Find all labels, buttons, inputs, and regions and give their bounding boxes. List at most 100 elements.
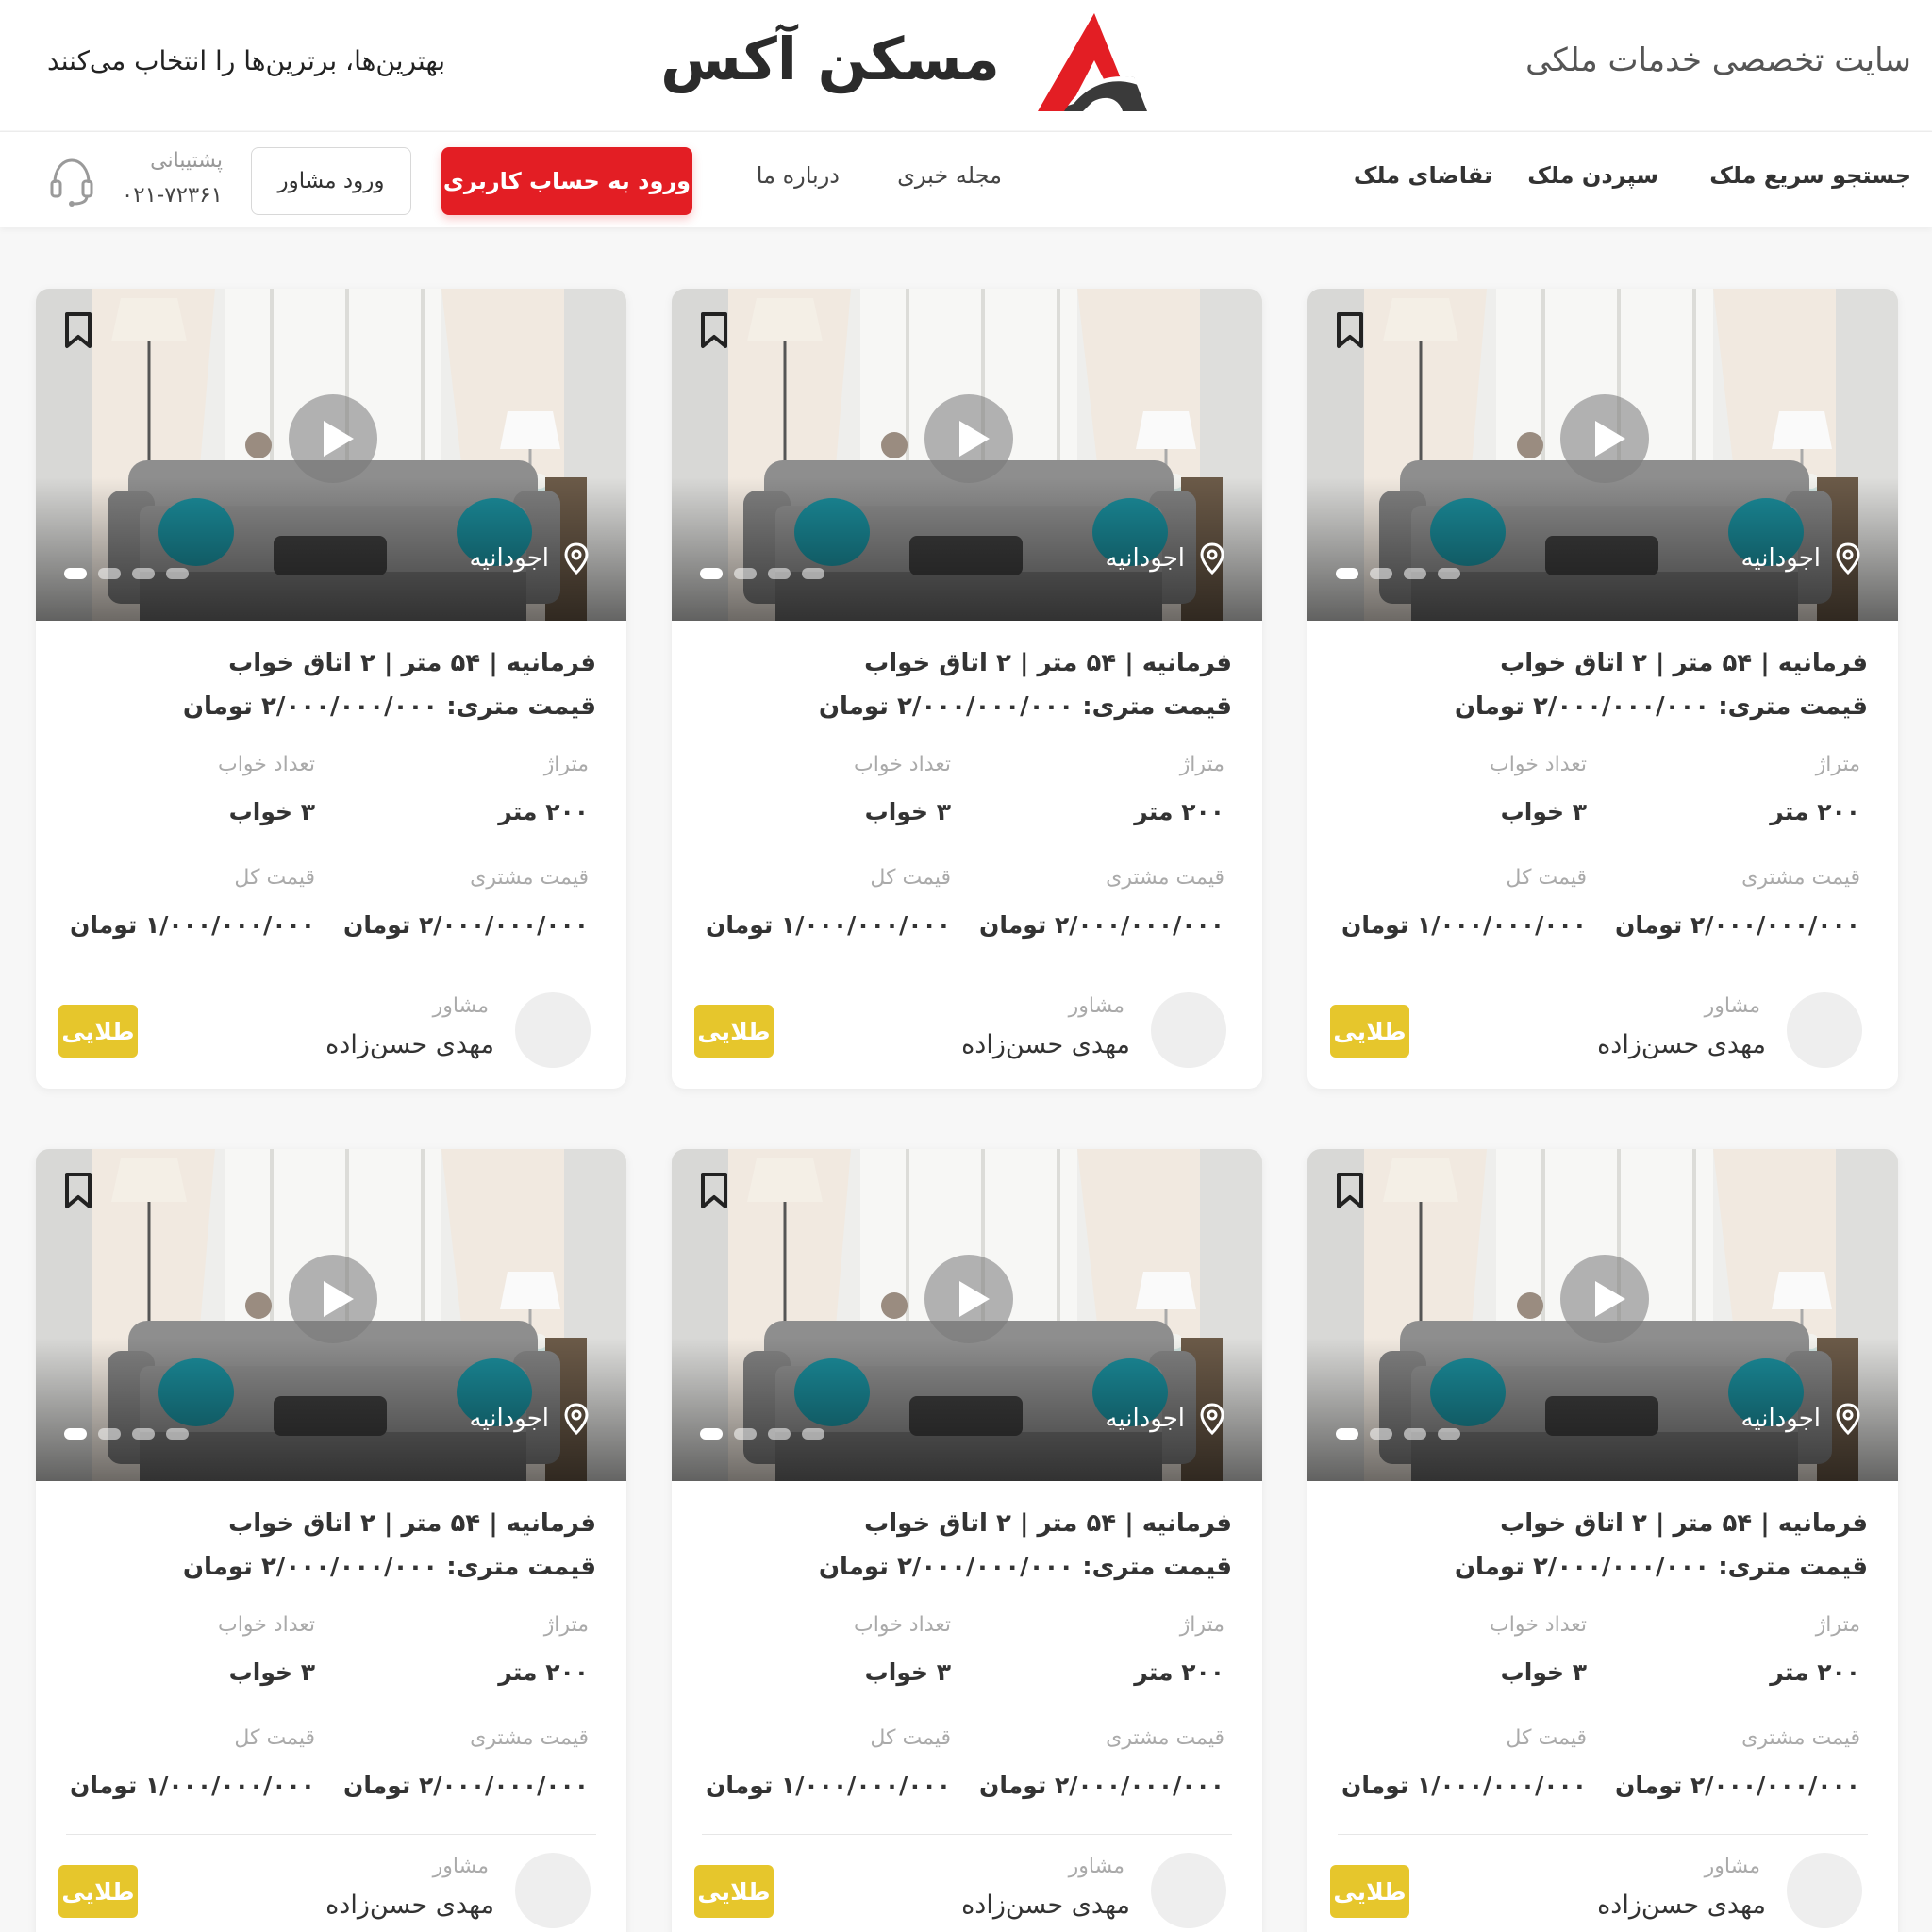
total-price-value: ۱/۰۰۰/۰۰۰/۰۰۰ تومان — [70, 1772, 315, 1799]
slide-indicator-dot[interactable] — [166, 568, 189, 579]
site-tagline: سایت تخصصی خدمات ملکی — [1525, 42, 1911, 79]
bookmark-icon[interactable] — [62, 1172, 94, 1209]
play-video-button[interactable] — [1560, 1255, 1649, 1343]
avatar[interactable] — [1151, 1853, 1226, 1928]
location: اجودانیه — [1105, 541, 1226, 575]
avatar[interactable] — [515, 1853, 591, 1928]
slide-indicator-dot[interactable] — [98, 1428, 121, 1440]
avatar[interactable] — [1787, 1853, 1862, 1928]
advisor-name[interactable]: مهدی حسن‌زاده — [961, 1890, 1130, 1920]
advisor-name[interactable]: مهدی حسن‌زاده — [1597, 1890, 1766, 1920]
bookmark-icon[interactable] — [698, 1172, 730, 1209]
slide-indicator-dot[interactable] — [802, 568, 824, 579]
property-photo[interactable]: اجودانیه — [672, 1149, 1262, 1481]
slide-indicator-dot[interactable] — [1336, 1428, 1358, 1440]
customer-price-value: ۲/۰۰۰/۰۰۰/۰۰۰ تومان — [1615, 1772, 1860, 1799]
slide-indicator-dot[interactable] — [98, 568, 121, 579]
slide-indicator-dot[interactable] — [132, 568, 155, 579]
location-text: اجودانیه — [469, 1405, 549, 1433]
bookmark-icon[interactable] — [698, 311, 730, 349]
area-label: متراژ — [1179, 1613, 1224, 1637]
avatar[interactable] — [1151, 992, 1226, 1068]
nav-submit-property[interactable]: سپردن ملک — [1527, 162, 1658, 189]
slide-indicators — [700, 568, 832, 581]
location: اجودانیه — [469, 541, 591, 575]
advisor-name[interactable]: مهدی حسن‌زاده — [1597, 1030, 1766, 1059]
login-button[interactable]: ورود به حساب کاربری — [441, 147, 692, 215]
play-video-button[interactable] — [924, 394, 1013, 483]
slide-indicator-dot[interactable] — [1336, 568, 1358, 579]
customer-price-value: ۲/۰۰۰/۰۰۰/۰۰۰ تومان — [1615, 911, 1860, 939]
property-card[interactable]: اجودانیه فرمانیه | ۵۴ متر | ۲ اتاق خواب … — [1307, 289, 1898, 1089]
advisor-name[interactable]: مهدی حسن‌زاده — [961, 1030, 1130, 1059]
property-card[interactable]: اجودانیه فرمانیه | ۵۴ متر | ۲ اتاق خواب … — [672, 289, 1262, 1089]
nav-news-magazine[interactable]: مجله خبری — [897, 162, 1002, 189]
property-card[interactable]: اجودانیه فرمانیه | ۵۴ متر | ۲ اتاق خواب … — [36, 1149, 626, 1932]
property-title: فرمانیه | ۵۴ متر | ۲ اتاق خواب — [1500, 1509, 1868, 1538]
area-label: متراژ — [1179, 753, 1224, 776]
price-per-meter: قیمت متری: ۲/۰۰۰/۰۰۰/۰۰۰ تومان — [182, 1553, 596, 1581]
slide-indicator-dot[interactable] — [1370, 1428, 1392, 1440]
location-text: اجودانیه — [1740, 1405, 1821, 1433]
slide-indicator-dot[interactable] — [700, 1428, 723, 1440]
gold-badge: طلایی — [694, 1005, 774, 1058]
play-video-button[interactable] — [924, 1255, 1013, 1343]
price-per-meter: قیمت متری: ۲/۰۰۰/۰۰۰/۰۰۰ تومان — [1454, 1553, 1868, 1581]
slide-indicator-dot[interactable] — [166, 1428, 189, 1440]
slide-indicator-dot[interactable] — [700, 568, 723, 579]
slide-indicator-dot[interactable] — [768, 1428, 791, 1440]
slide-indicator-dot[interactable] — [1404, 1428, 1426, 1440]
bedrooms-label: تعداد خواب — [218, 753, 315, 776]
area-label: متراژ — [1815, 1613, 1860, 1637]
play-video-button[interactable] — [289, 394, 377, 483]
customer-price-label: قیمت مشتری — [1741, 866, 1860, 890]
customer-price-value: ۲/۰۰۰/۰۰۰/۰۰۰ تومان — [979, 911, 1224, 939]
property-photo[interactable]: اجودانیه — [36, 1149, 626, 1481]
top-header: سایت تخصصی خدمات ملکی مسکن آکس بهترین‌ها… — [0, 0, 1932, 130]
property-card[interactable]: اجودانیه فرمانیه | ۵۴ متر | ۲ اتاق خواب … — [36, 289, 626, 1089]
advisor-label: مشاور — [1068, 994, 1124, 1018]
avatar[interactable] — [1787, 992, 1862, 1068]
bookmark-icon[interactable] — [62, 311, 94, 349]
slide-indicator-dot[interactable] — [734, 1428, 757, 1440]
slide-indicator-dot[interactable] — [1404, 568, 1426, 579]
property-card[interactable]: اجودانیه فرمانیه | ۵۴ متر | ۲ اتاق خواب … — [672, 1149, 1262, 1932]
card-divider — [702, 1834, 1232, 1835]
nav-about-us[interactable]: درباره ما — [757, 162, 840, 189]
property-photo[interactable]: اجودانیه — [36, 289, 626, 621]
slide-indicator-dot[interactable] — [64, 1428, 87, 1440]
bedrooms-label: تعداد خواب — [1490, 1613, 1587, 1637]
price-per-meter: قیمت متری: ۲/۰۰۰/۰۰۰/۰۰۰ تومان — [818, 692, 1232, 721]
property-photo[interactable]: اجودانیه — [1307, 289, 1898, 621]
slide-indicator-dot[interactable] — [1438, 1428, 1460, 1440]
nav-quick-search[interactable]: جستجو سریع ملک — [1709, 162, 1911, 189]
bookmark-icon[interactable] — [1334, 1172, 1366, 1209]
avatar[interactable] — [515, 992, 591, 1068]
property-card[interactable]: اجودانیه فرمانیه | ۵۴ متر | ۲ اتاق خواب … — [1307, 1149, 1898, 1932]
area-value: ۲۰۰ متر — [1134, 1658, 1224, 1686]
property-photo[interactable]: اجودانیه — [672, 289, 1262, 621]
advisor-login-button[interactable]: ورود مشاور — [251, 147, 411, 215]
bookmark-icon[interactable] — [1334, 311, 1366, 349]
support-phone[interactable]: ۰۲۱-۷۲۳۶۱ — [113, 183, 223, 208]
slide-indicator-dot[interactable] — [64, 568, 87, 579]
play-video-button[interactable] — [1560, 394, 1649, 483]
slide-indicator-dot[interactable] — [734, 568, 757, 579]
location: اجودانیه — [1105, 1402, 1226, 1436]
slide-indicator-dot[interactable] — [1370, 568, 1392, 579]
nav-property-request[interactable]: تقاضای ملک — [1354, 162, 1492, 189]
site-logo[interactable]: مسکن آکس — [641, 11, 1151, 115]
slide-indicator-dot[interactable] — [768, 568, 791, 579]
advisor-label: مشاور — [1704, 994, 1760, 1018]
slide-indicator-dot[interactable] — [132, 1428, 155, 1440]
slide-indicator-dot[interactable] — [802, 1428, 824, 1440]
play-video-button[interactable] — [289, 1255, 377, 1343]
area-label: متراژ — [1815, 753, 1860, 776]
property-photo[interactable]: اجودانیه — [1307, 1149, 1898, 1481]
property-title: فرمانیه | ۵۴ متر | ۲ اتاق خواب — [1500, 649, 1868, 677]
slide-indicator-dot[interactable] — [1438, 568, 1460, 579]
advisor-name[interactable]: مهدی حسن‌زاده — [325, 1030, 494, 1059]
gold-badge: طلایی — [1330, 1005, 1409, 1058]
location-text: اجودانیه — [1740, 544, 1821, 573]
advisor-name[interactable]: مهدی حسن‌زاده — [325, 1890, 494, 1920]
